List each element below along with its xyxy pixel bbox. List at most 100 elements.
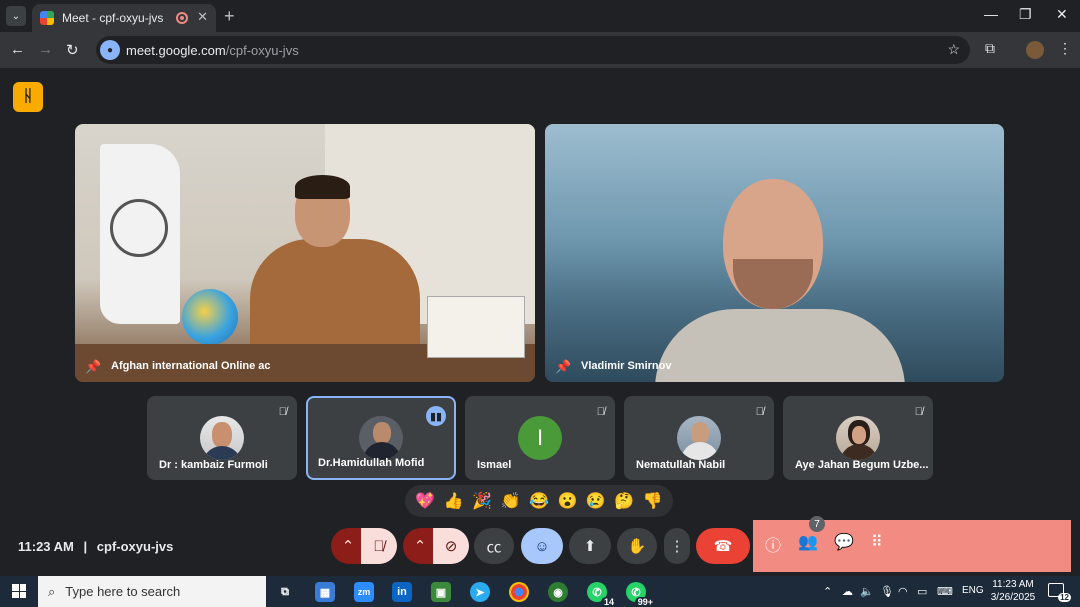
avatar xyxy=(359,416,403,460)
avatar xyxy=(200,416,244,460)
notification-icon[interactable]: 12 xyxy=(1048,583,1071,602)
battery-icon[interactable]: ▭ xyxy=(917,585,927,598)
zoom-icon[interactable]: zm xyxy=(354,582,374,602)
mic-off-icon: 🎙̸ xyxy=(373,537,385,555)
camera-options-button[interactable]: ⌃ xyxy=(403,528,437,564)
reaction-heart-icon[interactable]: 💖 xyxy=(415,491,435,511)
keyboard-icon[interactable]: ⌨ xyxy=(937,585,953,598)
mic-options-button[interactable]: ⌃ xyxy=(331,528,365,564)
taskbar-clock[interactable]: 11:23 AM 3/26/2025 xyxy=(990,578,1036,604)
present-button[interactable]: ⬆ xyxy=(569,528,611,564)
onedrive-icon[interactable]: ☁ xyxy=(842,585,853,598)
taskbar-search[interactable]: ⌕ Type here to search xyxy=(38,576,266,607)
video-tile-featured-2[interactable]: 📌 Vladimir Smirnov xyxy=(545,124,1004,382)
recording-indicator-icon xyxy=(176,12,188,24)
camera-toggle-button[interactable]: ⊘ xyxy=(433,528,469,564)
reload-icon[interactable]: ↻ xyxy=(66,41,79,59)
activities-icon[interactable]: ⠿ xyxy=(871,532,883,552)
camera-off-icon: ⊘ xyxy=(444,538,458,555)
close-tab-icon[interactable]: ✕ xyxy=(197,9,208,25)
reaction-thumbs-down-icon[interactable]: 👎 xyxy=(643,491,663,511)
mic-off-icon: 🎙̸ xyxy=(914,406,923,418)
wifi-icon[interactable]: ◠ xyxy=(898,585,908,598)
participant-tile[interactable]: ▮▮ Dr.Hamidullah Mofid xyxy=(306,396,456,480)
more-options-button[interactable]: ⋮ xyxy=(664,528,690,564)
leave-call-button[interactable]: ☎ xyxy=(696,528,750,564)
meeting-code: cpf-oxyu-jvs xyxy=(96,539,174,554)
photos-icon[interactable]: ▣ xyxy=(431,582,451,602)
pin-icon[interactable]: 📌 xyxy=(555,359,571,375)
present-screen-icon: ⬆ xyxy=(583,538,597,555)
info-separator: | xyxy=(83,539,88,554)
reactions-bar: 💖 👍 🎉 👏 😂 😮 😢 🤔 👎 xyxy=(405,485,673,517)
back-icon[interactable]: ← xyxy=(10,41,25,58)
reaction-thumbs-up-icon[interactable]: 👍 xyxy=(444,491,464,511)
profile-avatar[interactable] xyxy=(1026,41,1044,59)
reaction-laugh-icon[interactable]: 😂 xyxy=(529,491,549,511)
app-green-icon[interactable]: ◉ xyxy=(548,582,568,602)
tab-meet[interactable]: Meet - cpf-oxyu-jvs ✕ xyxy=(32,4,216,32)
video-tile-featured-1[interactable]: 📌 Afghan international Online ac xyxy=(75,124,535,382)
avatar: I xyxy=(518,416,562,460)
speaking-indicator-icon: ▮▮ xyxy=(426,406,446,426)
reaction-clap-icon[interactable]: 👏 xyxy=(501,491,521,511)
pin-icon[interactable]: 📌 xyxy=(85,359,101,375)
captions-button[interactable]: ㏄ xyxy=(474,528,514,564)
restore-icon[interactable]: ❐ xyxy=(1019,6,1032,23)
meeting-details-icon[interactable]: ⓘ xyxy=(765,532,781,556)
search-placeholder: Type here to search xyxy=(65,584,181,599)
participant-tile[interactable]: 🎙̸ Nematullah Nabil xyxy=(624,396,774,480)
whatsapp-icon[interactable]: ✆ 14 xyxy=(587,582,617,607)
avatar xyxy=(677,416,721,460)
meet-favicon-icon xyxy=(40,11,54,25)
forward-icon[interactable]: → xyxy=(38,41,53,58)
bookmark-star-icon[interactable]: ☆ xyxy=(947,41,960,58)
participant-name: Nematullah Nabil xyxy=(636,459,726,471)
extensions-icon[interactable]: ⧉ xyxy=(985,40,995,57)
store-icon[interactable]: ▦ xyxy=(315,582,335,602)
participant-tile[interactable]: 🎙̸ Aye Jahan Begum Uzbe... xyxy=(783,396,933,480)
org-logo-icon: ᚺ xyxy=(13,82,43,112)
minimize-icon[interactable]: — xyxy=(984,6,998,22)
whatsapp-business-badge: 99+ xyxy=(634,597,656,607)
menu-icon[interactable]: ⋮ xyxy=(1058,40,1072,57)
participant-tile[interactable]: I 🎙̸ Ismael xyxy=(465,396,615,480)
task-view-icon[interactable]: ⧉ xyxy=(275,582,295,602)
whatsapp-business-icon[interactable]: ✆ 99+ xyxy=(626,582,656,607)
language-indicator[interactable]: ENG xyxy=(962,585,984,596)
participant-name: Afghan international Online ac xyxy=(111,360,271,372)
windows-start-icon[interactable] xyxy=(12,584,26,598)
reaction-surprised-icon[interactable]: 😮 xyxy=(557,491,577,511)
windows-taskbar: ⌕ Type here to search ⧉ ▦ zm in ▣ ➤ ◉ ✆ 1… xyxy=(0,576,1080,607)
linkedin-icon[interactable]: in xyxy=(392,582,412,602)
reaction-party-icon[interactable]: 🎉 xyxy=(472,491,492,511)
tab-search-button[interactable]: ⌄ xyxy=(6,6,26,26)
close-window-icon[interactable]: ✕ xyxy=(1056,6,1068,23)
chrome-icon[interactable] xyxy=(509,582,529,602)
participant-name: Dr.Hamidullah Mofid xyxy=(318,457,425,469)
tab-title: Meet - cpf-oxyu-jvs xyxy=(62,11,164,25)
captions-icon: ㏄ xyxy=(486,538,502,556)
browser-titlebar: ⌄ Meet - cpf-oxyu-jvs ✕ + — ❐ ✕ xyxy=(0,0,1080,32)
reaction-thinking-icon[interactable]: 🤔 xyxy=(614,491,634,511)
chat-icon[interactable]: 💬 xyxy=(834,532,854,552)
notification-count: 12 xyxy=(1058,593,1071,602)
whatsapp-badge: 14 xyxy=(600,597,617,607)
mic-tray-icon[interactable]: 🎙 xyxy=(880,585,894,598)
reaction-sad-icon[interactable]: 😢 xyxy=(586,491,606,511)
participant-tile[interactable]: 🎙̸ Dr : kambaiz Furmoli xyxy=(147,396,297,480)
taskbar-date: 3/26/2025 xyxy=(990,592,1036,603)
participant-name: Ismael xyxy=(477,459,512,471)
emoji-reactions-button[interactable]: ☺ xyxy=(521,528,563,564)
telegram-icon[interactable]: ➤ xyxy=(470,582,490,602)
raise-hand-button[interactable]: ✋ xyxy=(617,528,657,564)
mic-toggle-button[interactable]: 🎙̸ xyxy=(361,528,397,564)
address-bar[interactable]: ● meet.google.com/cpf-oxyu-jvs ☆ xyxy=(96,36,970,64)
mic-off-icon: 🎙̸ xyxy=(596,406,605,418)
hand-icon: ✋ xyxy=(627,538,647,555)
tray-chevron-icon[interactable]: ⌃ xyxy=(823,585,832,598)
people-icon[interactable]: 👥 xyxy=(798,532,818,552)
new-tab-button[interactable]: + xyxy=(224,6,235,27)
seal-emblem xyxy=(110,199,168,257)
volume-icon[interactable]: 🔈 xyxy=(860,585,874,598)
